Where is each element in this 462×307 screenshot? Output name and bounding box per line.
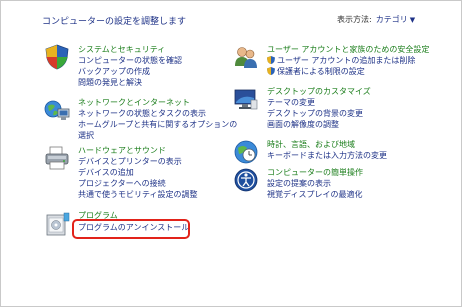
uac-shield-icon <box>267 56 275 64</box>
link-troubleshoot[interactable]: 問題の発見と解決 <box>78 77 182 88</box>
security-shield-icon[interactable] <box>44 44 70 70</box>
category-title-hardware[interactable]: ハードウェアとサウンド <box>78 145 166 156</box>
users-icon[interactable] <box>233 44 259 70</box>
link-parental-controls-label: 保護者による制限の設定 <box>277 67 365 76</box>
link-homegroup-options[interactable]: ホームグループと共有に関するオプションの選択 <box>78 119 238 141</box>
link-connect-projector[interactable]: プロジェクターへの接続 <box>78 178 198 189</box>
link-devices-printers[interactable]: デバイスとプリンターの表示 <box>78 156 198 167</box>
link-create-backup[interactable]: バックアップの作成 <box>78 66 182 77</box>
link-change-keyboard[interactable]: キーボードまたは入力方法の変更 <box>267 150 387 161</box>
link-change-theme[interactable]: テーマの変更 <box>267 97 363 108</box>
link-network-status[interactable]: ネットワークの状態とタスクの表示 <box>78 108 238 119</box>
desktop-monitor-icon[interactable] <box>233 86 259 112</box>
view-by-label: 表示方法: <box>337 15 372 24</box>
link-suggested-settings[interactable]: 設定の提案の表示 <box>267 178 362 189</box>
chevron-down-icon[interactable]: ▼ <box>410 16 415 24</box>
link-add-remove-accounts[interactable]: ユーザー アカウントの追加または削除 <box>267 55 415 66</box>
highlight-box <box>72 219 190 239</box>
network-globe-icon[interactable] <box>44 97 70 123</box>
link-adjust-resolution[interactable]: 画面の解像度の調整 <box>267 119 363 130</box>
view-by: 表示方法: カテゴリ ▼ <box>337 14 415 25</box>
category-title-system-security[interactable]: システムとセキュリティ <box>78 44 165 55</box>
uac-shield-icon <box>267 67 275 75</box>
category-title-clock[interactable]: 時計、言語、および地域 <box>267 139 355 150</box>
link-change-background[interactable]: デスクトップの背景の変更 <box>267 108 363 119</box>
link-optimize-display[interactable]: 視覚ディスプレイの最適化 <box>267 189 362 200</box>
clock-globe-icon[interactable] <box>233 139 259 165</box>
page-title: コンピューターの設定を調整します <box>42 17 187 27</box>
link-parental-controls[interactable]: 保護者による制限の設定 <box>267 66 415 77</box>
link-add-remove-accounts-label: ユーザー アカウントの追加または削除 <box>277 56 416 65</box>
ease-of-access-icon[interactable] <box>233 167 259 193</box>
category-title-appearance[interactable]: デスクトップのカスタマイズ <box>267 86 371 97</box>
link-check-status[interactable]: コンピューターの状態を確認 <box>78 55 182 66</box>
printer-icon[interactable] <box>44 145 70 171</box>
link-add-device[interactable]: デバイスの追加 <box>78 167 198 178</box>
category-title-user-accounts[interactable]: ユーザー アカウントと家族のための安全設定 <box>267 44 429 55</box>
category-title-network[interactable]: ネットワークとインターネット <box>78 97 190 108</box>
link-mobility-settings[interactable]: 共通で使うモビリティ設定の調整 <box>78 189 198 200</box>
view-by-dropdown[interactable]: カテゴリ <box>376 15 408 24</box>
category-title-ease[interactable]: コンピューターの簡単操作 <box>267 167 363 178</box>
programs-icon[interactable] <box>44 211 70 237</box>
